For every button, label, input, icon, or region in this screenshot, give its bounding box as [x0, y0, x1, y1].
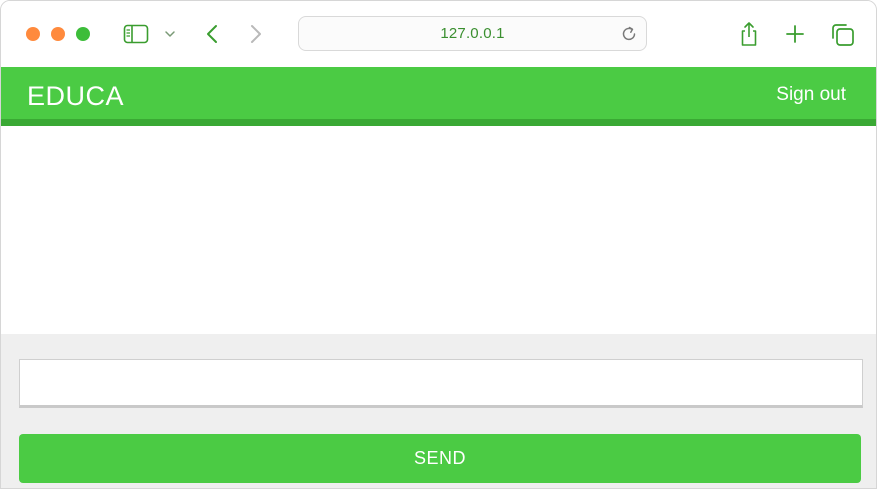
sign-out-link[interactable]: Sign out [776, 84, 846, 106]
messages-area [1, 133, 876, 334]
app-header: EDUCA Sign out [1, 67, 876, 126]
message-composer: SEND [1, 334, 876, 488]
back-icon[interactable] [204, 23, 220, 45]
browser-window: 127.0.0.1 EDUCA Sign out SEND [0, 0, 877, 489]
send-button[interactable]: SEND [19, 434, 861, 483]
browser-toolbar: 127.0.0.1 [1, 1, 876, 67]
address-text: 127.0.0.1 [440, 25, 505, 42]
brand-logo[interactable]: EDUCA [27, 81, 124, 112]
share-icon[interactable] [739, 21, 759, 47]
close-window-button[interactable] [26, 27, 40, 41]
message-input[interactable] [19, 359, 863, 408]
minimize-window-button[interactable] [51, 27, 65, 41]
new-tab-icon[interactable] [785, 24, 805, 44]
address-bar[interactable]: 127.0.0.1 [298, 16, 647, 51]
chevron-down-icon[interactable] [164, 29, 176, 39]
reload-icon[interactable] [620, 25, 638, 43]
forward-icon[interactable] [248, 23, 264, 45]
zoom-window-button[interactable] [76, 27, 90, 41]
tabs-overview-icon[interactable] [831, 23, 855, 47]
sidebar-icon[interactable] [123, 24, 149, 44]
